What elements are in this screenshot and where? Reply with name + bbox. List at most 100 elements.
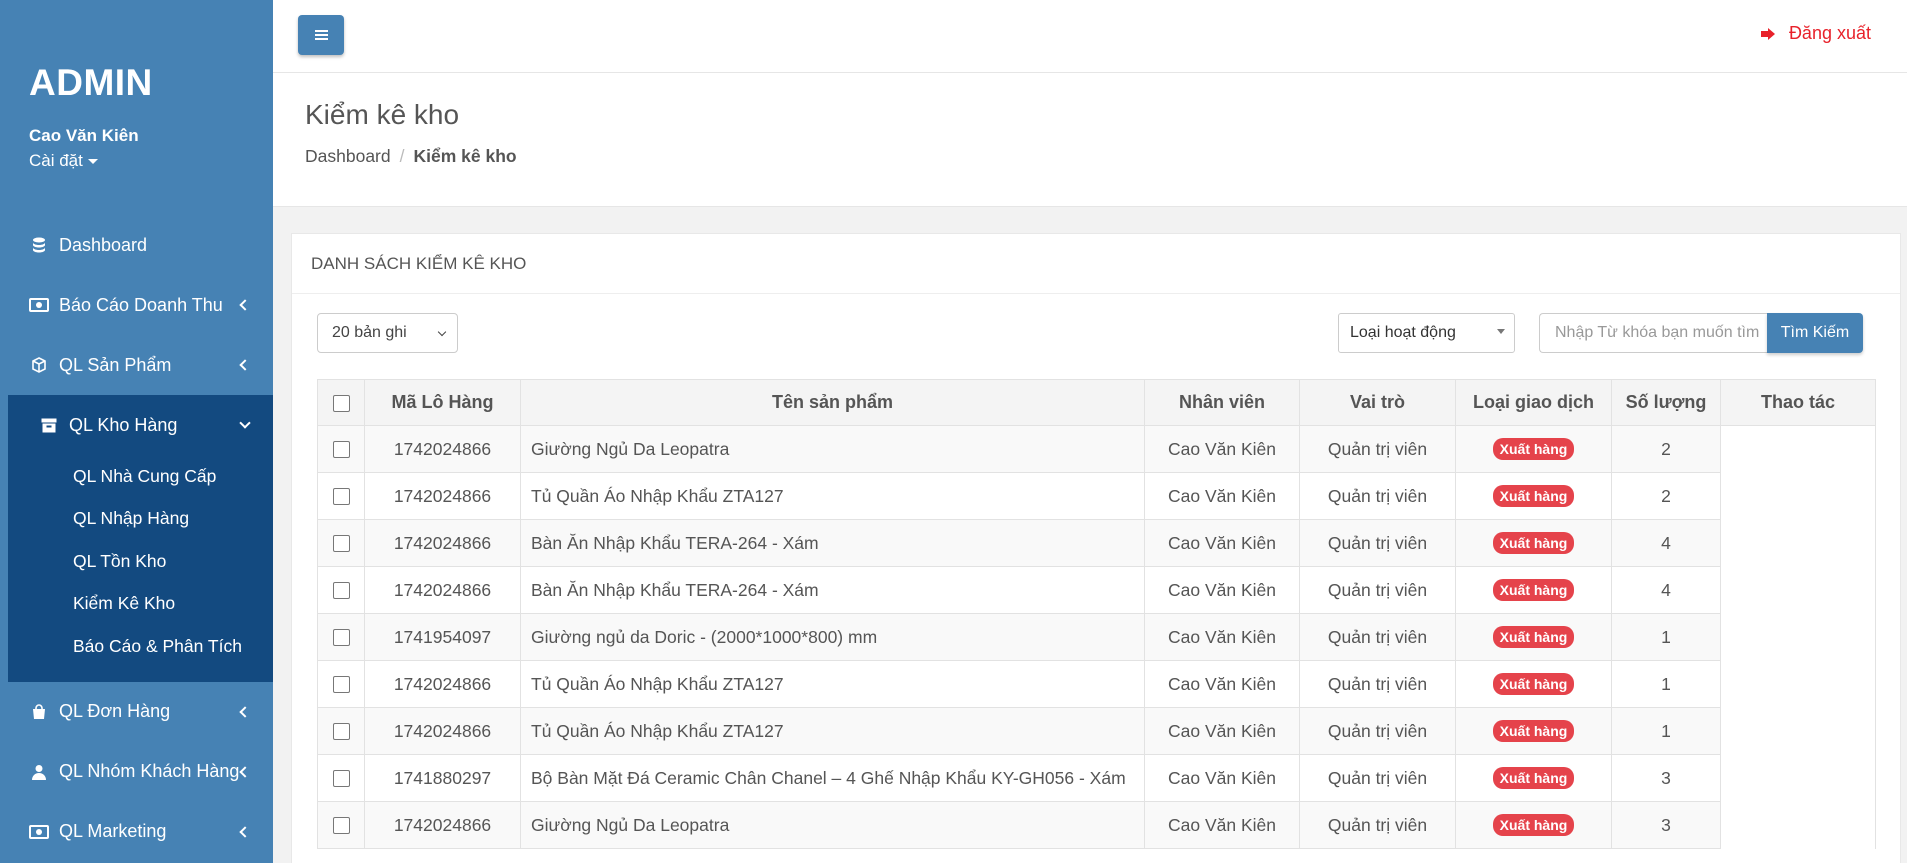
- quantity-cell: 2: [1611, 472, 1721, 520]
- sidebar-item-label: QL Marketing: [59, 821, 167, 841]
- transaction-type-cell: Xuất hàng: [1455, 707, 1612, 755]
- brand-logo: ADMIN: [29, 62, 153, 103]
- role-cell: Quản trị viên: [1299, 801, 1456, 849]
- sidebar-item-label: QL Nhóm Khách Hàng: [59, 761, 240, 781]
- sidebar-item-label: QL Kho Hàng: [69, 414, 178, 435]
- row-checkbox[interactable]: [332, 582, 350, 600]
- row-checkbox[interactable]: [332, 488, 350, 506]
- row-checkbox[interactable]: [332, 535, 350, 553]
- header-quantity: Số lượng: [1611, 379, 1721, 426]
- lot-code-cell: 1742024866: [364, 472, 521, 520]
- quantity-cell: 1: [1611, 707, 1721, 755]
- sidebar-item-products[interactable]: QL Sản Phẩm: [0, 335, 273, 395]
- breadcrumb-link-dashboard[interactable]: Dashboard: [305, 146, 391, 166]
- table-row: 1741954097 Giường ngủ da Doric - (2000*1…: [317, 613, 1876, 661]
- table-row: 1742024866 Tủ Quần Áo Nhập Khẩu ZTA127 C…: [317, 707, 1876, 755]
- panel-title: DANH SÁCH KIỂM KÊ KHO: [292, 234, 1900, 294]
- quantity-cell: 1: [1611, 613, 1721, 661]
- staff-cell: Cao Văn Kiên: [1144, 566, 1300, 614]
- role-cell: Quản trị viên: [1299, 425, 1456, 473]
- transaction-type-cell: Xuất hàng: [1455, 519, 1612, 567]
- table-row: 1742024866 Bàn Ăn Nhập Khẩu TERA-264 - X…: [317, 566, 1876, 614]
- submenu-item-stocktake[interactable]: Kiểm Kê Kho: [8, 583, 273, 626]
- actions-cell: [1720, 472, 1876, 520]
- records-per-page-value: 20 bản ghi: [332, 324, 407, 341]
- sidebar-item-revenue-report[interactable]: Báo Cáo Doanh Thu: [0, 275, 273, 335]
- breadcrumb: Dashboard / Kiểm kê kho: [305, 146, 517, 167]
- select-all-checkbox[interactable]: [332, 394, 350, 412]
- sidebar-item-warehouse[interactable]: QL Kho Hàng: [8, 395, 273, 455]
- row-checkbox[interactable]: [332, 817, 350, 835]
- lot-code-cell: 1742024866: [364, 801, 521, 849]
- shopping-bag-icon: [29, 703, 49, 720]
- actions-cell: [1720, 801, 1876, 849]
- search-button[interactable]: Tìm Kiếm: [1767, 313, 1863, 353]
- actions-cell: [1720, 566, 1876, 614]
- sidebar-group-warehouse: QL Kho Hàng QL Nhà Cung Cấp QL Nhập Hàng…: [0, 395, 273, 682]
- sidebar-item-customer-groups[interactable]: QL Nhóm Khách Hàng: [0, 742, 273, 802]
- table-header-row: Mã Lô Hàng Tên sản phẩm Nhân viên Vai tr…: [317, 379, 1876, 426]
- sidebar-item-marketing[interactable]: QL Marketing: [0, 802, 273, 862]
- role-cell: Quản trị viên: [1299, 613, 1456, 661]
- database-icon: [29, 237, 49, 253]
- table-row: 1742024866 Giường Ngủ Da Leopatra Cao Vă…: [317, 425, 1876, 473]
- product-name-cell: Bộ Bàn Mặt Đá Ceramic Chân Chanel – 4 Gh…: [520, 754, 1145, 802]
- row-select-cell: [317, 660, 365, 708]
- quantity-cell: 4: [1611, 566, 1721, 614]
- row-checkbox[interactable]: [332, 770, 350, 788]
- staff-cell: Cao Văn Kiên: [1144, 472, 1300, 520]
- transaction-type-cell: Xuất hàng: [1455, 425, 1612, 473]
- activity-type-select[interactable]: Loại hoạt động: [1338, 313, 1515, 353]
- quantity-cell: 4: [1611, 519, 1721, 567]
- row-checkbox[interactable]: [332, 441, 350, 459]
- chevron-down-icon: [437, 327, 447, 337]
- page-title: Kiểm kê kho: [305, 99, 460, 130]
- search-input[interactable]: [1539, 313, 1768, 353]
- actions-cell: [1720, 660, 1876, 708]
- role-cell: Quản trị viên: [1299, 519, 1456, 567]
- transaction-type-cell: Xuất hàng: [1455, 754, 1612, 802]
- row-select-cell: [317, 613, 365, 661]
- status-badge: Xuất hàng: [1492, 720, 1575, 742]
- submenu-item-suppliers[interactable]: QL Nhà Cung Cấp: [8, 455, 273, 498]
- logout-link[interactable]: Đăng xuất: [1760, 23, 1871, 44]
- row-checkbox[interactable]: [332, 676, 350, 694]
- chevron-down-icon: [239, 417, 251, 429]
- table-row: 1741880297 Bộ Bàn Mặt Đá Ceramic Chân Ch…: [317, 754, 1876, 802]
- sidebar-nav: Dashboard Báo Cáo Doanh Thu QL Sản Phẩm …: [0, 215, 273, 862]
- top-bar: Đăng xuất: [273, 0, 1907, 73]
- lot-code-cell: 1741880297: [364, 754, 521, 802]
- activity-type-value: Loại hoạt động: [1350, 324, 1456, 341]
- row-select-cell: [317, 566, 365, 614]
- actions-cell: [1720, 519, 1876, 567]
- lot-code-cell: 1741954097: [364, 613, 521, 661]
- chevron-left-icon: [239, 825, 251, 838]
- submenu-item-reports[interactable]: Báo Cáo & Phân Tích: [8, 625, 273, 668]
- status-badge: Xuất hàng: [1492, 673, 1575, 695]
- header-actions: Thao tác: [1720, 379, 1876, 426]
- transaction-type-cell: Xuất hàng: [1455, 660, 1612, 708]
- logout-label: Đăng xuất: [1788, 23, 1871, 43]
- product-name-cell: Tủ Quần Áo Nhập Khẩu ZTA127: [520, 707, 1145, 755]
- submenu-item-imports[interactable]: QL Nhập Hàng: [8, 498, 273, 541]
- transaction-type-cell: Xuất hàng: [1455, 472, 1612, 520]
- submenu-item-inventory[interactable]: QL Tồn Kho: [8, 540, 273, 583]
- sidebar-item-dashboard[interactable]: Dashboard: [0, 215, 273, 275]
- settings-label: Cài đặt: [29, 151, 83, 170]
- records-per-page-select[interactable]: 20 bản ghi: [317, 313, 458, 353]
- settings-dropdown[interactable]: Cài đặt: [29, 151, 98, 171]
- sidebar-item-label: Báo Cáo Doanh Thu: [59, 294, 223, 315]
- staff-cell: Cao Văn Kiên: [1144, 519, 1300, 567]
- row-checkbox[interactable]: [332, 629, 350, 647]
- row-checkbox[interactable]: [332, 723, 350, 741]
- actions-cell: [1720, 754, 1876, 802]
- sidebar-item-orders[interactable]: QL Đơn Hàng: [0, 682, 273, 742]
- sidebar-item-label: QL Sản Phẩm: [59, 354, 172, 375]
- menu-toggle-button[interactable]: [298, 15, 344, 55]
- hamburger-icon: [314, 30, 328, 40]
- transaction-type-cell: Xuất hàng: [1455, 566, 1612, 614]
- sign-out-icon: [1760, 27, 1777, 41]
- role-cell: Quản trị viên: [1299, 566, 1456, 614]
- status-badge: Xuất hàng: [1492, 626, 1575, 648]
- status-badge: Xuất hàng: [1492, 532, 1575, 554]
